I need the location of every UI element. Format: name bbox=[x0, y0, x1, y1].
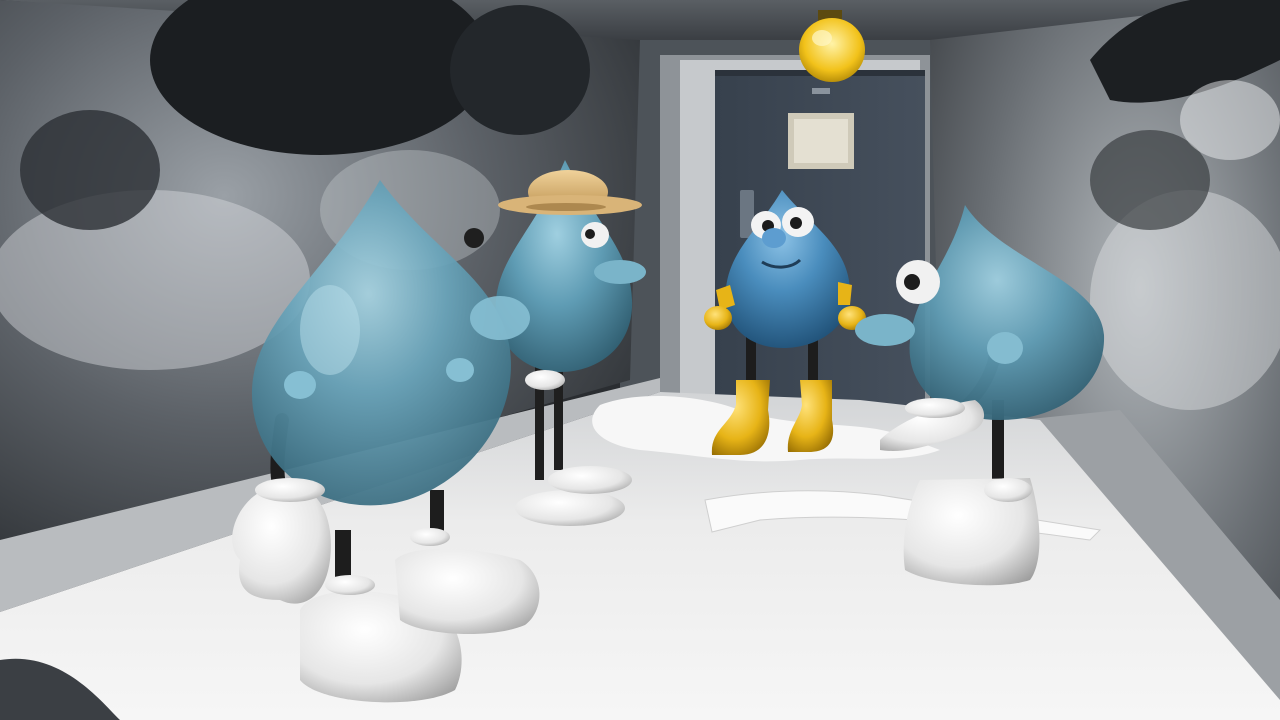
yellow-glove bbox=[704, 306, 732, 330]
shoe bbox=[395, 548, 540, 635]
eye-back bbox=[464, 228, 484, 248]
shoe bbox=[515, 490, 625, 526]
scene-illustration bbox=[0, 0, 1280, 720]
nose bbox=[594, 260, 646, 284]
scene-3d-render bbox=[0, 0, 1280, 720]
shoe bbox=[548, 466, 632, 494]
door-handle bbox=[740, 190, 754, 238]
hand bbox=[525, 370, 565, 390]
nose bbox=[762, 228, 786, 248]
nose bbox=[855, 314, 915, 346]
